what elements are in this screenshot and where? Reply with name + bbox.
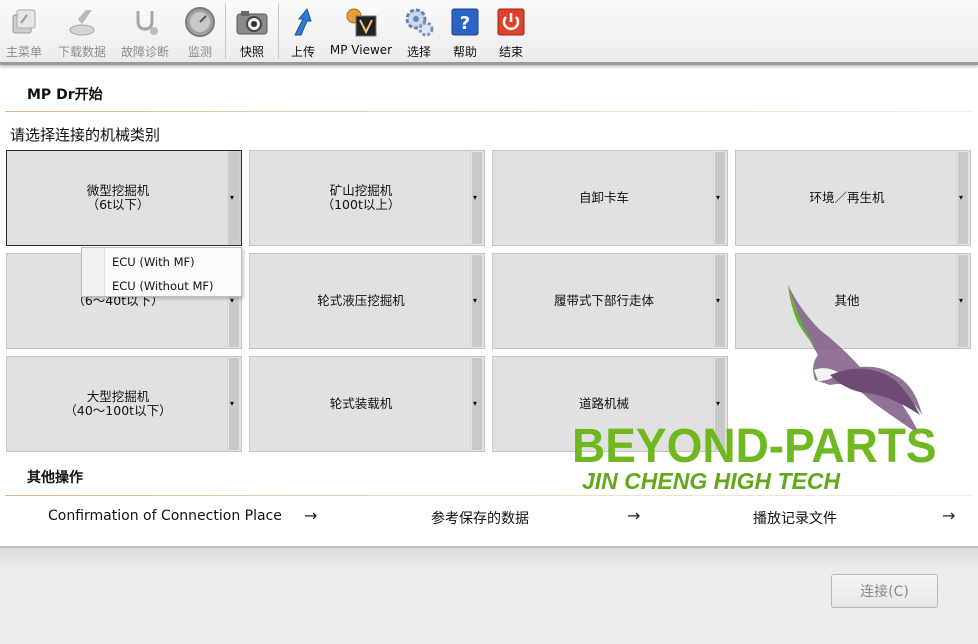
arrow-right-icon[interactable]: →: [304, 506, 317, 525]
camera-icon: [235, 5, 269, 39]
mp-viewer-icon: [344, 5, 378, 39]
ecu-dropdown-menu: ECU (With MF) ECU (Without MF): [81, 247, 242, 297]
chevron-down-icon: ▾: [230, 193, 235, 202]
download-data-button[interactable]: 下载数据: [56, 0, 108, 62]
chevron-down-icon: ▾: [473, 399, 478, 408]
chevron-down-icon: ▾: [230, 399, 235, 408]
connect-button[interactable]: 连接(C): [831, 574, 938, 608]
category-subtitle: （100t以上）: [321, 197, 401, 212]
category-name: 道路机械: [578, 396, 629, 411]
title-divider: [5, 111, 973, 112]
arrow-right-icon[interactable]: →: [627, 506, 640, 525]
category-button-mini-excavator[interactable]: 微型挖掘机 （6t以下） ▾: [6, 150, 242, 246]
toolbar: 主菜单 下载数据 故障诊断 监测 快照 上传 MP Viewer 选择 ? 帮助…: [0, 0, 978, 65]
exit-button[interactable]: 结束: [496, 0, 526, 62]
category-name: 履带式下部行走体: [553, 293, 654, 308]
monitor-button[interactable]: 监测: [182, 0, 218, 62]
category-label: 履带式下部行走体: [493, 254, 715, 348]
dropdown-toggle[interactable]: ▾: [470, 357, 484, 451]
chevron-down-icon: ▾: [716, 296, 721, 305]
chevron-down-icon: ▾: [473, 296, 478, 305]
category-label: 环境／再生机: [736, 151, 958, 245]
chevron-down-icon: ▾: [959, 193, 964, 202]
category-button-wheel-excavator[interactable]: 轮式液压挖掘机 ▾: [249, 253, 485, 349]
category-label: 自卸卡车: [493, 151, 715, 245]
category-name: 环境／再生机: [809, 190, 885, 205]
main-menu-icon: [7, 5, 41, 39]
dropdown-toggle[interactable]: ▾: [227, 151, 241, 245]
category-name: 微型挖掘机: [86, 183, 150, 198]
page-title: MP Dr开始: [27, 87, 103, 103]
category-label: 大型挖掘机 （40～100t以下）: [7, 357, 229, 451]
chevron-down-icon: ▾: [716, 193, 721, 202]
category-button-dump-truck[interactable]: 自卸卡车 ▾: [492, 150, 728, 246]
category-subtitle: （40～100t以下）: [64, 403, 172, 418]
dropdown-toggle[interactable]: ▾: [227, 357, 241, 451]
chevron-down-icon: ▾: [716, 399, 721, 408]
dropdown-toggle[interactable]: ▾: [470, 151, 484, 245]
toolbar-separator: [225, 3, 226, 59]
fault-diagnosis-button[interactable]: 故障诊断: [118, 0, 172, 62]
category-button-environment-recycle-machine[interactable]: 环境／再生机 ▾: [735, 150, 971, 246]
category-button-crawler-undercarriage[interactable]: 履带式下部行走体 ▾: [492, 253, 728, 349]
mp-viewer-button[interactable]: MP Viewer: [330, 0, 392, 62]
play-log-file-link[interactable]: 播放记录文件: [753, 508, 837, 528]
reference-saved-data-link[interactable]: 参考保存的数据: [431, 508, 529, 528]
stethoscope-icon: [128, 5, 162, 39]
category-label: 轮式装载机: [250, 357, 472, 451]
confirm-connection-link[interactable]: Confirmation of Connection Place: [48, 508, 282, 524]
category-subtitle: （6t以下）: [86, 197, 150, 212]
snapshot-button[interactable]: 快照: [232, 0, 272, 62]
upload-icon: [286, 5, 320, 39]
other-ops-title: 其他操作: [27, 470, 83, 486]
watermark-brand: BEYOND-PARTS: [572, 417, 937, 473]
category-button-large-excavator[interactable]: 大型挖掘机 （40～100t以下） ▾: [6, 356, 242, 452]
gauge-icon: [183, 5, 217, 39]
arrow-right-icon[interactable]: →: [942, 506, 955, 525]
category-prompt: 请选择连接的机械类别: [10, 126, 161, 144]
menu-item-ecu-without-mf[interactable]: ECU (Without MF): [112, 279, 213, 293]
svg-text:?: ?: [460, 13, 470, 34]
category-name: 自卸卡车: [578, 190, 629, 205]
menu-item-ecu-with-mf[interactable]: ECU (With MF): [112, 255, 195, 269]
help-button[interactable]: ? 帮助: [450, 0, 480, 62]
toolbar-separator: [278, 3, 279, 59]
power-icon: [494, 5, 528, 39]
category-button-wheel-loader[interactable]: 轮式装载机 ▾: [249, 356, 485, 452]
category-label: 微型挖掘机 （6t以下）: [7, 151, 229, 245]
watermark-tagline: JIN CHENG HIGH TECH: [582, 468, 841, 494]
dropdown-toggle[interactable]: ▾: [470, 254, 484, 348]
dropdown-toggle[interactable]: ▾: [956, 254, 970, 348]
category-button-mining-excavator[interactable]: 矿山挖掘机 （100t以上） ▾: [249, 150, 485, 246]
category-label: 矿山挖掘机 （100t以上）: [250, 151, 472, 245]
gears-icon: [402, 5, 436, 39]
main-menu-button[interactable]: 主菜单: [2, 0, 46, 62]
category-name: 矿山挖掘机: [329, 183, 393, 198]
chevron-down-icon: ▾: [959, 296, 964, 305]
menu-gutter: [82, 248, 105, 296]
upload-button[interactable]: 上传: [288, 0, 318, 62]
dropdown-toggle[interactable]: ▾: [713, 151, 727, 245]
select-button[interactable]: 选择: [402, 0, 436, 62]
dropdown-toggle[interactable]: ▾: [713, 254, 727, 348]
category-name: 大型挖掘机: [86, 389, 150, 404]
category-name: 轮式液压挖掘机: [317, 293, 405, 308]
category-name: 轮式装载机: [329, 396, 393, 411]
category-label: 轮式液压挖掘机: [250, 254, 472, 348]
chevron-down-icon: ▾: [230, 296, 235, 305]
download-icon: [65, 5, 99, 39]
help-icon: ?: [448, 5, 482, 39]
chevron-down-icon: ▾: [473, 193, 478, 202]
other-ops-divider: [5, 495, 973, 496]
dropdown-toggle[interactable]: ▾: [956, 151, 970, 245]
